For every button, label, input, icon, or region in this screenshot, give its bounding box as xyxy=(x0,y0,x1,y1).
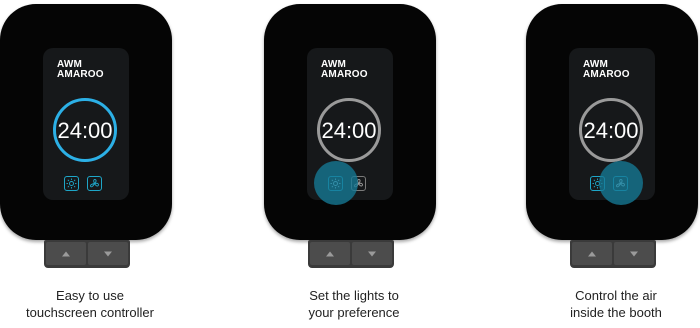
controller-panel-air: AWM AMAROO 24:00 Control the air inside … xyxy=(526,0,700,328)
logo-line-2: AMAROO xyxy=(583,69,630,80)
caption-line-1: Control the air xyxy=(575,288,657,303)
touch-highlight xyxy=(599,161,643,205)
logo-line-2: AMAROO xyxy=(321,69,368,80)
timer-ring: 24:00 xyxy=(579,98,643,162)
controller-panel-lights: AWM AMAROO 24:00 Set the lights to your … xyxy=(264,0,444,328)
timer-display: 24:00 xyxy=(583,118,639,143)
up-arrow-button[interactable] xyxy=(310,242,350,265)
timer-ring: 24:00 xyxy=(317,98,381,162)
caption-line-1: Set the lights to xyxy=(309,288,399,303)
brand-logo: AWM AMAROO xyxy=(583,60,630,80)
fan-button[interactable] xyxy=(87,176,102,191)
panel-caption: Control the air inside the booth xyxy=(526,287,700,321)
keypad xyxy=(308,240,394,268)
up-arrow-button[interactable] xyxy=(572,242,612,265)
touchscreen[interactable]: AWM AMAROO 24:00 xyxy=(569,48,655,205)
down-arrow-button[interactable] xyxy=(88,242,128,265)
controller-panel-touchscreen: AWM AMAROO 24:00 Easy to use touchscreen… xyxy=(0,0,180,328)
fan-icon xyxy=(90,179,99,188)
sun-icon xyxy=(66,178,77,189)
light-button[interactable] xyxy=(64,176,79,191)
controller-device: AWM AMAROO 24:00 xyxy=(264,4,436,240)
up-arrow-button[interactable] xyxy=(46,242,86,265)
caption-line-2: inside the booth xyxy=(570,305,662,320)
down-arrow-button[interactable] xyxy=(352,242,392,265)
timer-display: 24:00 xyxy=(57,118,113,143)
controller-device: AWM AMAROO 24:00 xyxy=(0,4,172,240)
touch-highlight xyxy=(314,161,358,205)
timer-ring: 24:00 xyxy=(53,98,117,162)
keypad xyxy=(570,240,656,268)
touchscreen[interactable]: AWM AMAROO 24:00 xyxy=(43,48,129,200)
timer-display: 24:00 xyxy=(321,118,377,143)
touchscreen[interactable]: AWM AMAROO 24:00 xyxy=(307,48,393,205)
controller-device: AWM AMAROO 24:00 xyxy=(526,4,698,240)
panel-caption: Set the lights to your preference xyxy=(264,287,444,321)
caption-line-2: touchscreen controller xyxy=(26,305,154,320)
brand-logo: AWM AMAROO xyxy=(321,60,368,80)
logo-line-2: AMAROO xyxy=(57,69,104,80)
caption-line-1: Easy to use xyxy=(56,288,124,303)
caption-line-2: your preference xyxy=(308,305,400,320)
panel-caption: Easy to use touchscreen controller xyxy=(0,287,180,321)
down-arrow-button[interactable] xyxy=(614,242,654,265)
brand-logo: AWM AMAROO xyxy=(57,60,104,80)
keypad xyxy=(44,240,130,268)
